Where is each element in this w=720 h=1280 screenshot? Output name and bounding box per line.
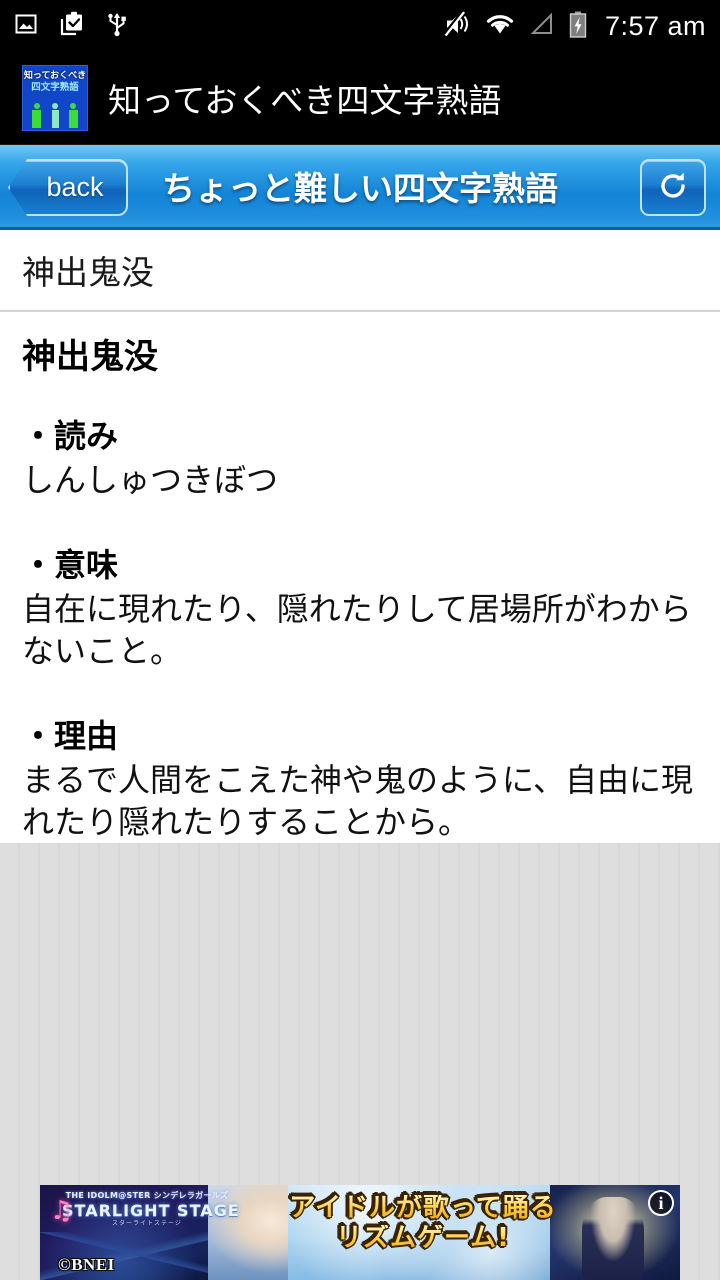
app-launcher-icon: 知っておくべき 四文字熟語 bbox=[22, 65, 88, 131]
status-bar-right-icons: 7:57 am bbox=[443, 9, 706, 42]
section-heading-reading: ・読み bbox=[22, 417, 119, 456]
cellular-signal-icon bbox=[529, 12, 555, 40]
figure-1 bbox=[32, 103, 42, 128]
ad-logo-line1: THE IDOLM@STER シンデレラガールズ bbox=[65, 1191, 229, 1200]
ad-character-right bbox=[582, 1197, 644, 1280]
figure-2 bbox=[51, 103, 60, 128]
status-bar-clock: 7:57 am bbox=[604, 10, 706, 41]
section-body-meaning: 自在に現れたり、隠れたりして居場所がわからないこと。 bbox=[22, 590, 692, 671]
usb-icon bbox=[106, 11, 128, 41]
refresh-icon bbox=[656, 169, 690, 207]
content-area: 神出鬼没 神出鬼没 ・読み しんしゅつきぼつ ・意味 自在に現れたり、隠れたりし… bbox=[0, 230, 720, 844]
wifi-icon bbox=[485, 12, 515, 40]
app-icon-figures bbox=[23, 103, 87, 128]
volume-mute-icon bbox=[443, 9, 471, 42]
detail-panel: 神出鬼没 ・読み しんしゅつきぼつ ・意味 自在に現れたり、隠れたりして居場所が… bbox=[0, 312, 720, 843]
ad-copyright: ©BNEI bbox=[58, 1255, 115, 1274]
section-heading-meaning: ・意味 bbox=[22, 545, 119, 584]
picture-icon bbox=[14, 12, 38, 40]
ad-logo-line2: STARLIGHT STAGE bbox=[62, 1201, 240, 1220]
detail-title: 神出鬼没 bbox=[22, 337, 158, 377]
ad-game-logo: ♫ THE IDOLM@STER シンデレラガールズ STARLIGHT STA… bbox=[50, 1191, 240, 1227]
app-icon-line2: 四文字熟語 bbox=[31, 82, 79, 93]
figure-3 bbox=[68, 103, 78, 128]
navigation-bar: back ちょっと難しい四文字熟語 bbox=[0, 145, 720, 230]
ad-banner-container: ♫ THE IDOLM@STER シンデレラガールズ STARLIGHT STA… bbox=[0, 1185, 720, 1280]
ad-banner[interactable]: ♫ THE IDOLM@STER シンデレラガールズ STARLIGHT STA… bbox=[40, 1185, 680, 1280]
ad-headline: アイドルが歌って踊る リズムゲーム! bbox=[278, 1194, 568, 1253]
refresh-button[interactable] bbox=[640, 159, 706, 216]
app-icon-line1: 知っておくべき bbox=[23, 71, 87, 81]
clipboard-check-icon bbox=[60, 11, 84, 41]
ad-headline-line1: アイドルが歌って踊る bbox=[278, 1194, 568, 1222]
music-note-icon: ♫ bbox=[50, 1196, 74, 1226]
app-title: 知っておくべき四文字熟語 bbox=[108, 81, 502, 120]
app-title-bar: 知っておくべき 四文字熟語 知っておくべき四文字熟語 bbox=[0, 52, 720, 145]
battery-charging-icon bbox=[569, 11, 587, 42]
status-bar-left-icons bbox=[14, 11, 128, 41]
back-button-label: back bbox=[46, 172, 104, 202]
section-body-reading: しんしゅつきぼつ bbox=[22, 461, 279, 500]
ad-info-icon[interactable]: i bbox=[648, 1190, 674, 1216]
ad-headline-line2: リズムゲーム! bbox=[278, 1224, 568, 1252]
entry-row[interactable]: 神出鬼没 bbox=[0, 230, 720, 312]
back-button[interactable]: back bbox=[8, 159, 128, 216]
entry-word: 神出鬼没 bbox=[22, 253, 154, 292]
section-heading-reason: ・理由 bbox=[22, 716, 119, 755]
ad-logo-line3: スターライトステージ bbox=[112, 1220, 182, 1227]
app-screen: 7:57 am 知っておくべき 四文字熟語 知っておくべき四文字熟語 back … bbox=[0, 0, 720, 1280]
section-body-reason: まるで人間をこえた神や鬼のように、自由に現れたり隠れたりすることから。 bbox=[22, 760, 694, 842]
status-bar: 7:57 am bbox=[0, 0, 720, 52]
